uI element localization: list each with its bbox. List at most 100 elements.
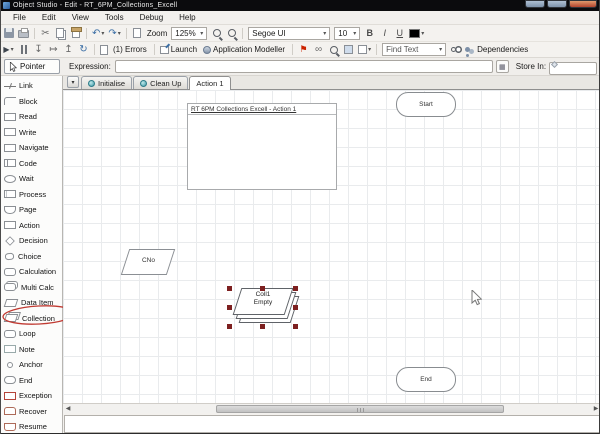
tool-page[interactable]: Page (1, 202, 62, 218)
undo-button[interactable]: ↶ ▾ (91, 26, 105, 40)
breakpoint-button[interactable]: ∞ (312, 43, 325, 57)
tab-clean-up[interactable]: Clean Up (133, 76, 189, 89)
tab-action-1[interactable]: Action 1 (189, 76, 231, 90)
tool-resume[interactable]: Resume (1, 419, 62, 434)
selection-handle[interactable] (227, 305, 232, 310)
tab-initialise[interactable]: Initialise (81, 76, 133, 89)
font-color-button[interactable]: ▾ (408, 26, 425, 40)
end-icon (4, 376, 16, 385)
menu-file[interactable]: File (5, 13, 34, 22)
menu-view[interactable]: View (64, 13, 97, 22)
close-button[interactable] (569, 0, 597, 8)
tool-collection[interactable]: Collection (1, 311, 62, 327)
scrollbar-track[interactable] (73, 404, 591, 414)
menu-edit[interactable]: Edit (34, 13, 64, 22)
tool-anchor[interactable]: Anchor (1, 357, 62, 373)
scroll-right-button[interactable]: ▶ (591, 404, 599, 414)
step-into-button[interactable]: ↧ (32, 43, 45, 57)
start-stage[interactable]: Start (396, 92, 456, 117)
tool-exception[interactable]: Exception (1, 388, 62, 404)
tool-note[interactable]: Note (1, 342, 62, 358)
tool-label: Exception (19, 391, 52, 401)
end-stage[interactable]: End (396, 367, 456, 392)
tool-code[interactable]: Code (1, 156, 62, 172)
selection-handle[interactable] (293, 286, 298, 291)
paste-button[interactable] (69, 26, 82, 40)
menu-debug[interactable]: Debug (132, 13, 172, 22)
find-options-button[interactable] (327, 43, 340, 57)
save-button[interactable] (2, 26, 15, 40)
tool-recover[interactable]: Recover (1, 404, 62, 420)
tool-link[interactable]: Link (1, 78, 62, 94)
pause-button[interactable] (17, 43, 30, 57)
application-modeller-button[interactable]: Application Modeller (202, 43, 288, 57)
launch-button[interactable]: Launch (159, 43, 200, 57)
selection-handle[interactable] (260, 286, 265, 291)
find-next-button[interactable] (449, 43, 462, 57)
tool-choice[interactable]: Choice (1, 249, 62, 265)
selection-handle[interactable] (227, 324, 232, 329)
page-info-box[interactable]: RT 6PM Collections Excell - Action 1 (187, 103, 337, 190)
errors-button[interactable]: (1) Errors (99, 43, 150, 57)
cut-button[interactable]: ✂ (39, 26, 52, 40)
highlight-button[interactable] (342, 43, 355, 57)
reset-button[interactable]: ↻ (77, 43, 90, 57)
play-button[interactable]: ▶ ▾ (2, 43, 15, 57)
tool-label: Block (19, 96, 38, 106)
minimize-button[interactable] (525, 0, 545, 8)
tool-decision[interactable]: Decision (1, 233, 62, 249)
tool-calculation[interactable]: Calculation (1, 264, 62, 280)
paste-icon (70, 27, 82, 38)
zoom-select[interactable]: 125% ▾ (171, 26, 208, 40)
tool-process[interactable]: Process (1, 187, 62, 203)
pointer-tool-button[interactable]: Pointer (4, 59, 60, 74)
flag-button[interactable]: ⚑ (297, 43, 310, 57)
data-item-stage-cno[interactable]: CNo (120, 248, 176, 277)
menu-tools[interactable]: Tools (97, 13, 132, 22)
tool-multi-calc[interactable]: Multi Calc (1, 280, 62, 296)
zoom-out-button[interactable] (225, 26, 238, 40)
underline-button[interactable]: U (393, 26, 406, 40)
tool-read[interactable]: Read (1, 109, 62, 125)
tool-end[interactable]: End (1, 373, 62, 389)
scroll-left-button[interactable]: ◀ (63, 404, 73, 414)
collection-stage-coll1[interactable]: Coll1 Empty (227, 286, 300, 329)
horizontal-scrollbar[interactable]: ◀ ▶ (63, 403, 599, 414)
italic-button[interactable]: I (378, 26, 391, 40)
outline-button[interactable]: ▾ (357, 43, 372, 57)
step-over-button[interactable]: ↦ (47, 43, 60, 57)
font-size-select[interactable]: 10 ▾ (334, 26, 361, 40)
copy-button[interactable] (54, 26, 67, 40)
zoom-in-button[interactable] (210, 26, 223, 40)
chevron-down-icon: ▾ (71, 79, 75, 86)
scrollbar-thumb[interactable] (216, 404, 504, 413)
bold-button[interactable]: B (363, 26, 376, 40)
expression-input[interactable] (114, 60, 493, 73)
tool-write[interactable]: Write (1, 125, 62, 141)
selection-handle[interactable] (293, 305, 298, 310)
print-button[interactable] (17, 26, 30, 40)
expression-editor-button[interactable]: ▦ (495, 60, 509, 73)
save-icon (3, 28, 14, 38)
selection-handle[interactable] (260, 324, 265, 329)
tool-data-item[interactable]: Data Item (1, 295, 62, 311)
window-title: Object Studio - Edit - RT_6PM_Collection… (13, 2, 178, 9)
tool-navigate[interactable]: Navigate (1, 140, 62, 156)
tool-block[interactable]: Block (1, 94, 62, 110)
tool-loop[interactable]: Loop (1, 326, 62, 342)
menu-help[interactable]: Help (171, 13, 203, 22)
tool-action[interactable]: Action (1, 218, 62, 234)
app-icon (3, 2, 10, 9)
new-page-button[interactable] (131, 26, 144, 40)
selection-handle[interactable] (293, 324, 298, 329)
flow-canvas[interactable]: RT 6PM Collections Excell - Action 1 Sta… (63, 90, 599, 403)
selection-handle[interactable] (227, 286, 232, 291)
maximize-button[interactable] (547, 0, 567, 8)
tab-scroll-button[interactable]: ▾ (67, 76, 79, 88)
redo-button[interactable]: ↷ ▾ (107, 26, 121, 40)
dependencies-button[interactable]: Dependencies (464, 43, 531, 57)
font-select[interactable]: Segoe UI ▾ (248, 26, 331, 40)
find-text-combo[interactable]: Find Text ▾ (382, 43, 447, 56)
step-out-button[interactable]: ↥ (62, 43, 75, 57)
tool-wait[interactable]: Wait (1, 171, 62, 187)
